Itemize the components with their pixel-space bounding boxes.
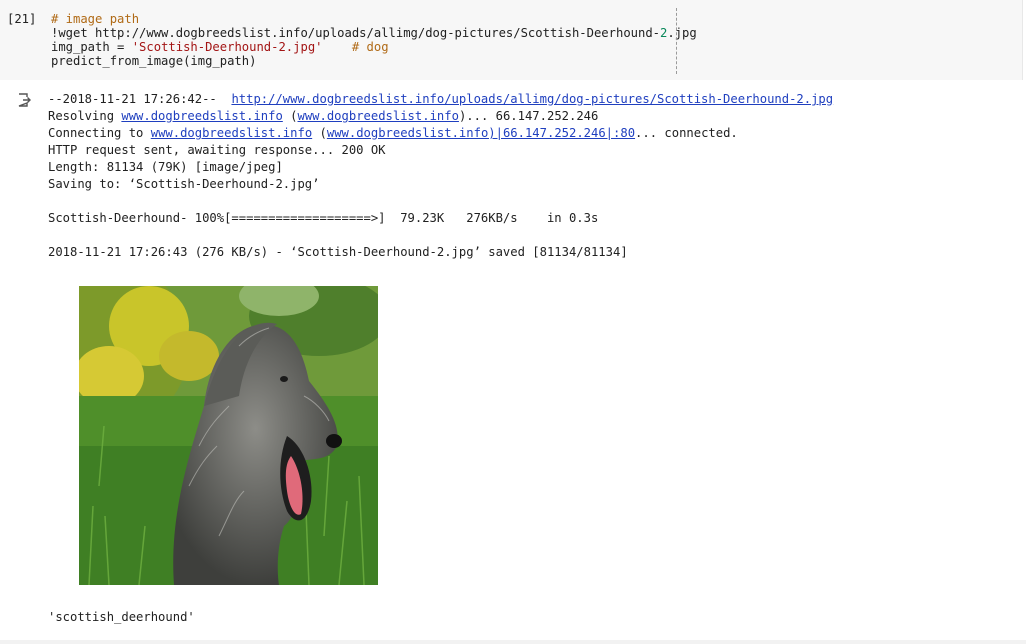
line-length-ruler — [676, 8, 677, 74]
wget-extension: .jpg — [667, 26, 697, 40]
cell-divider — [0, 640, 1026, 644]
execution-count: [21] — [7, 12, 37, 26]
output-length-line: Length: 81134 (79K) [image/jpeg] — [48, 160, 283, 174]
output-gap — [48, 193, 833, 210]
assign-gap — [323, 40, 352, 54]
download-url-link[interactable]: http://www.dogbreedslist.info/uploads/al… — [231, 92, 833, 106]
output-timestamp-line: --2018-11-21 17:26:42-- http://www.dogbr… — [48, 91, 833, 108]
output-http-line: HTTP request sent, awaiting response... … — [48, 143, 386, 157]
code-call-line: predict_from_image(img_path) — [51, 54, 257, 68]
connecting-mid: ( — [312, 126, 327, 140]
prediction-result: 'scottish_deerhound' — [48, 610, 195, 624]
dog-photo — [79, 286, 378, 585]
output-resolving-line: Resolving www.dogbreedslist.info (www.do… — [48, 108, 833, 125]
output-saving-line: Saving to: ‘Scottish-Deerhound-2.jpg’ — [48, 177, 320, 191]
assign-comment: # dog — [351, 40, 389, 54]
output-redirect-icon[interactable] — [16, 92, 32, 108]
assign-prefix: img_path = — [51, 40, 132, 54]
timestamp-text: --2018-11-21 17:26:42-- — [48, 92, 232, 106]
code-cell-input[interactable]: [21] # image path !wget http://www.dogbr… — [0, 0, 1023, 80]
resolving-host-link[interactable]: www.dogbreedslist.info — [121, 109, 282, 123]
wget-command: !wget http://www.dogbreedslist.info/uplo… — [51, 26, 661, 40]
output-saved-line: 2018-11-21 17:26:43 (276 KB/s) - ‘Scotti… — [48, 245, 628, 259]
code-comment: # image path — [51, 12, 140, 26]
resolving-suffix: )... 66.147.252.246 — [458, 109, 599, 123]
connecting-suffix: ... connected. — [635, 126, 738, 140]
output-gap — [48, 227, 833, 244]
code-editor[interactable]: # image path !wget http://www.dogbreedsl… — [51, 12, 697, 68]
cell-output: --2018-11-21 17:26:42-- http://www.dogbr… — [48, 91, 833, 261]
output-connecting-line: Connecting to www.dogbreedslist.info (ww… — [48, 125, 833, 142]
resolving-host-link-2[interactable]: www.dogbreedslist.info — [298, 109, 459, 123]
code-wget-line: !wget http://www.dogbreedslist.info/uplo… — [51, 26, 697, 40]
code-assign-line: img_path = 'Scottish-Deerhound-2.jpg' # … — [51, 40, 697, 54]
assign-string: 'Scottish-Deerhound-2.jpg' — [131, 40, 323, 54]
connecting-prefix: Connecting to — [48, 126, 151, 140]
output-progress-line: Scottish-Deerhound- 100%[===============… — [48, 211, 599, 225]
connecting-host-link[interactable]: www.dogbreedslist.info — [151, 126, 312, 140]
resolving-mid: ( — [282, 109, 298, 123]
connecting-host-link-2[interactable]: www.dogbreedslist.info)|66.147.252.246|:… — [327, 126, 635, 140]
resolving-prefix: Resolving — [48, 109, 122, 123]
